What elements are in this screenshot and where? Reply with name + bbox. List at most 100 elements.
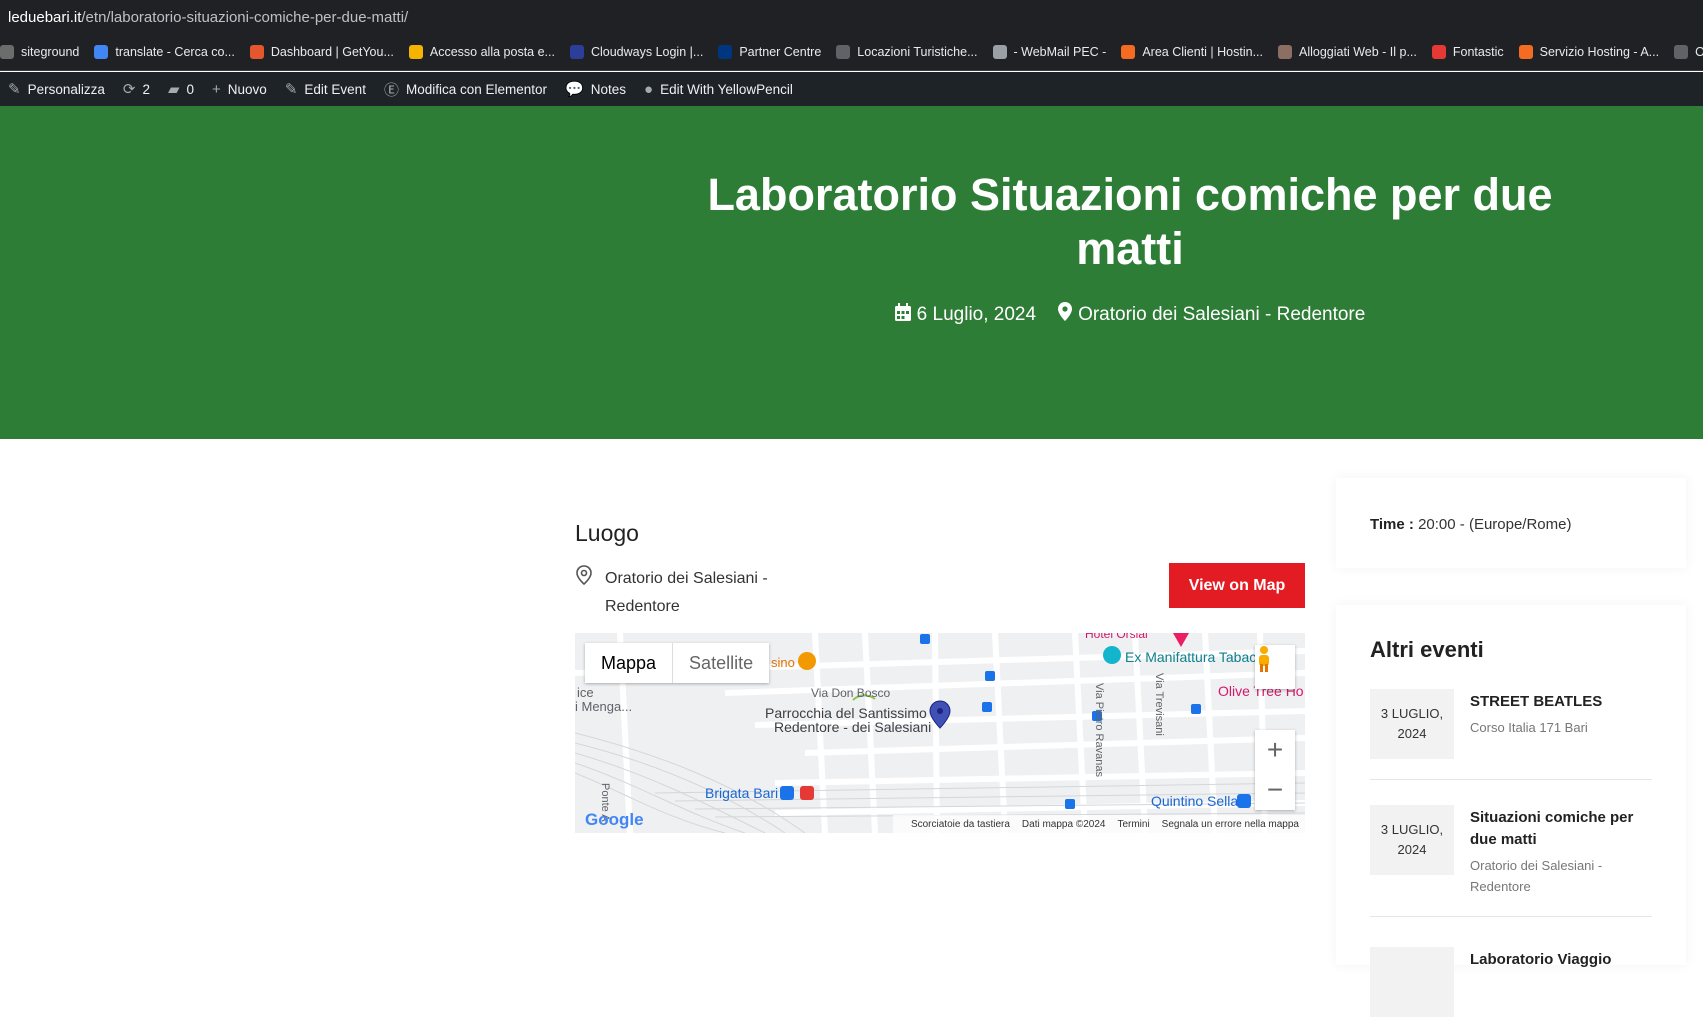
wp-new[interactable]: + Nuovo	[204, 72, 277, 106]
event-item-title[interactable]: STREET BEATLES	[1470, 691, 1652, 713]
event-item-location: Corso Italia 171 Bari	[1470, 720, 1588, 735]
map-label-poi5: Quintino Sella	[1151, 793, 1239, 809]
event-list-item[interactable]: Laboratorio Viaggio	[1370, 947, 1652, 1017]
plus-icon: +	[212, 80, 221, 98]
pegman-icon[interactable]	[1255, 645, 1295, 689]
bookmark-label: Area Clienti | Hostin...	[1142, 45, 1263, 59]
time-card: Time : 20:00 - (Europe/Rome)	[1336, 478, 1686, 568]
wp-yellowpencil[interactable]: ● Edit With YellowPencil	[636, 72, 803, 106]
event-title: Laboratorio Situazioni comiche per due m…	[707, 169, 1553, 274]
bookmark-favicon-icon	[1431, 45, 1446, 59]
bookmark-item[interactable]: Cloudways Login |...	[569, 45, 712, 59]
event-item-title[interactable]: Situazioni comiche per due matti	[1470, 807, 1652, 851]
wp-comments[interactable]: ▰ 0	[160, 72, 204, 106]
bookmark-favicon-icon	[1518, 45, 1533, 59]
bookmark-favicon-icon	[0, 45, 14, 59]
bookmark-item[interactable]: Operatori r	[1674, 45, 1703, 59]
bookmark-item[interactable]: Locazioni Turistiche...	[836, 45, 986, 59]
zoom-in-button[interactable]: +	[1255, 730, 1295, 770]
bookmark-label: Accesso alla posta e...	[429, 45, 555, 59]
notes-icon: 💬	[565, 81, 584, 98]
map-type-satellite[interactable]: Satellite	[672, 643, 769, 683]
yellowpencil-icon: ●	[644, 80, 654, 98]
map-label-poi2: Hotel Orsial	[1085, 633, 1148, 641]
bookmark-favicon-icon	[718, 45, 733, 59]
bookmark-label: Dashboard | GetYou...	[270, 45, 394, 59]
bookmark-item[interactable]: Fontastic	[1431, 45, 1513, 59]
map-label-poi8: sino	[771, 655, 795, 670]
zoom-out-button[interactable]: −	[1255, 770, 1295, 810]
bookmark-label: Servizio Hosting - A...	[1539, 45, 1660, 59]
map-label-street1: Via Don Bosco	[811, 686, 891, 700]
bookmark-favicon-icon	[94, 45, 109, 59]
map-attribution: Scorciatoie da tastiera Dati mappa ©2024…	[892, 815, 1305, 833]
map-type-control: Mappa Satellite	[585, 643, 770, 683]
bookmark-item[interactable]: siteground	[0, 45, 88, 59]
venue-address-text: Oratorio dei Salesiani - Redentore	[605, 570, 768, 615]
location-pin-icon	[575, 565, 597, 621]
brush-icon: ✎	[8, 81, 21, 98]
wp-elementor[interactable]: Ⓔ Modifica con Elementor	[376, 72, 557, 106]
event-time: Time : 20:00 - (Europe/Rome)	[1370, 516, 1572, 533]
venue-heading: Luogo	[575, 520, 639, 546]
updates-icon: ⟳	[122, 81, 136, 98]
bookmark-label: Cloudways Login |...	[590, 45, 704, 59]
bookmarks-bar: siteground translate - Cerca co... Dashboa…	[0, 34, 1703, 71]
bookmark-label: Locazioni Turistiche...	[857, 45, 978, 59]
bookmark-favicon-icon	[569, 45, 584, 59]
map-keyboard-shortcuts[interactable]: Scorciatoie da tastiera	[911, 819, 1010, 830]
bookmark-item[interactable]: - WebMail PEC -	[992, 45, 1116, 59]
other-events-card: Altri eventi 3 LUGLIO, 2024 STREET BEATL…	[1336, 605, 1686, 1017]
event-date-badge: 3 LUGLIO, 2024	[1370, 689, 1454, 759]
venue-address: Oratorio dei Salesiani - Redentore	[575, 565, 768, 621]
bookmark-label: - WebMail PEC -	[1013, 45, 1107, 59]
bookmark-label: Operatori r	[1695, 45, 1703, 59]
map-data: Dati mappa ©2024	[1021, 818, 1106, 830]
map-label-poi7: i Menga...	[575, 699, 633, 714]
bookmark-label: Partner Centre	[739, 45, 822, 59]
bookmark-item[interactable]: Accesso alla posta e...	[408, 45, 564, 59]
bookmark-item[interactable]: Partner Centre	[718, 45, 830, 59]
event-location: Oratorio dei Salesiani - Redentore	[1058, 302, 1365, 327]
map-label-place2: Redentore - dei Salesiani	[774, 719, 932, 735]
event-date-badge: 3 LUGLIO, 2024	[1370, 805, 1454, 875]
wp-updates[interactable]: ⟳ 2	[115, 72, 160, 106]
map-label-poi6: ice	[577, 685, 594, 700]
address-bar[interactable]: leduebari.it/etn/laboratorio-situazioni-…	[0, 0, 1703, 34]
event-meta: 6 Luglio, 2024 Oratorio dei Salesiani - …	[700, 302, 1560, 327]
pencil-icon: ✎	[284, 81, 298, 98]
bookmark-item[interactable]: Dashboard | GetYou...	[249, 45, 403, 59]
bookmark-item[interactable]: Area Clienti | Hostin...	[1121, 45, 1272, 59]
bookmark-label: Alloggiati Web - Il p...	[1299, 45, 1417, 59]
view-on-map-button[interactable]: View on Map	[1169, 563, 1305, 608]
bookmark-item[interactable]: translate - Cerca co...	[94, 45, 244, 59]
event-list-item[interactable]: 3 LUGLIO, 2024 STREET BEATLES Corso Ital…	[1370, 689, 1652, 780]
map-type-map[interactable]: Mappa	[585, 643, 672, 683]
bookmark-label: translate - Cerca co...	[115, 45, 235, 59]
google-map[interactable]: Parrocchia del Santissimo Redentore - de…	[575, 633, 1305, 833]
other-events-heading: Altri eventi	[1370, 637, 1484, 662]
map-terms[interactable]: Termini	[1117, 819, 1149, 830]
event-item-title[interactable]: Laboratorio Viaggio	[1470, 949, 1652, 971]
wp-notes[interactable]: 💬 Notes	[557, 72, 636, 106]
map-label-street3: Via Trevisani	[1153, 673, 1165, 736]
bookmark-item[interactable]: Alloggiati Web - Il p...	[1278, 45, 1426, 59]
comment-icon: ▰	[167, 81, 180, 98]
map-label-street2: Via Pietro Ravanas	[1093, 683, 1105, 777]
event-date-badge	[1370, 947, 1454, 1017]
bookmark-favicon-icon	[992, 45, 1007, 59]
google-logo: Google	[585, 810, 644, 829]
event-list-item[interactable]: 3 LUGLIO, 2024 Situazioni comiche per du…	[1370, 805, 1652, 917]
bookmark-label: Fontastic	[1452, 45, 1504, 59]
bookmark-favicon-icon	[836, 45, 851, 59]
map-label-poi4: Brigata Bari	[705, 785, 779, 801]
wp-edit-event[interactable]: ✎ Edit Event	[277, 72, 376, 106]
map-report-error[interactable]: Segnala un errore nella mappa	[1162, 819, 1299, 830]
map-label-poi1: Ex Manifattura Tabac	[1125, 649, 1257, 665]
bookmark-label: siteground	[21, 45, 80, 59]
map-marker-icon	[1058, 302, 1073, 327]
bookmark-item[interactable]: Servizio Hosting - A...	[1518, 45, 1669, 59]
wp-customize[interactable]: ✎ Personalizza	[0, 72, 115, 106]
elementor-icon: Ⓔ	[383, 81, 399, 99]
calendar-icon	[894, 302, 911, 327]
